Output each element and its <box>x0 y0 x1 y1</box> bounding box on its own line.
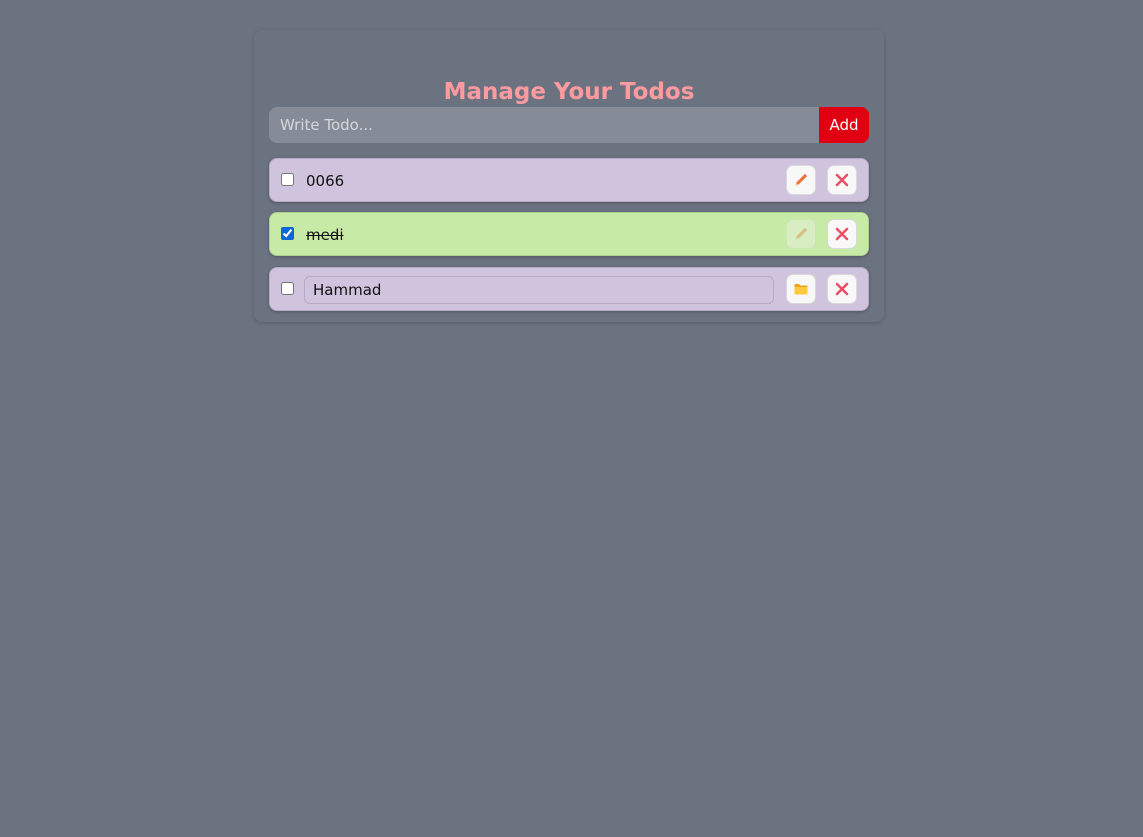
folder-icon <box>793 281 809 297</box>
delete-todo-button[interactable] <box>827 165 857 195</box>
todo-checkbox[interactable] <box>281 282 294 295</box>
close-icon <box>834 226 850 242</box>
todo-text-field[interactable] <box>304 167 774 195</box>
todo-input[interactable] <box>269 107 819 143</box>
pencil-icon <box>793 226 809 242</box>
delete-todo-button[interactable] <box>827 274 857 304</box>
pencil-icon <box>793 172 809 188</box>
todo-text-field[interactable] <box>304 276 774 304</box>
todo-item <box>269 267 869 311</box>
todo-checkbox[interactable] <box>281 227 294 240</box>
edit-todo-button[interactable] <box>786 219 816 249</box>
close-icon <box>834 172 850 188</box>
delete-todo-button[interactable] <box>827 219 857 249</box>
add-button[interactable]: Add <box>819 107 869 143</box>
todo-checkbox[interactable] <box>281 173 294 186</box>
close-icon <box>834 281 850 297</box>
todo-item <box>269 158 869 202</box>
todo-item <box>269 212 869 256</box>
add-todo-form: Add <box>269 107 869 143</box>
todo-text-field[interactable] <box>304 221 774 249</box>
edit-todo-button[interactable] <box>786 165 816 195</box>
save-todo-button[interactable] <box>786 274 816 304</box>
page-title: Manage Your Todos <box>443 79 695 105</box>
